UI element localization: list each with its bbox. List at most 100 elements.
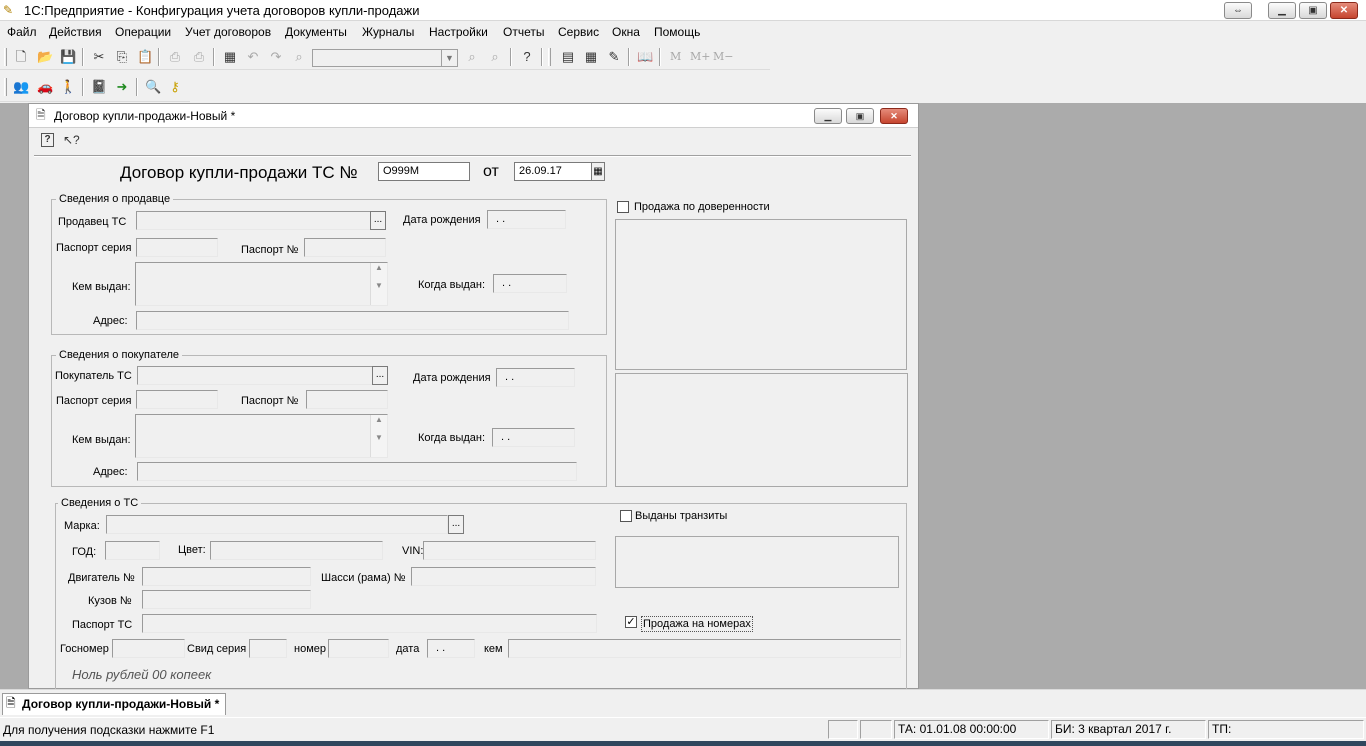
context-help-icon[interactable]: ✎ [606,49,622,65]
redo-icon[interactable]: ↷ [268,49,284,65]
plate-number-input[interactable] [112,639,185,658]
find-prev-icon[interactable]: ⌕ [487,49,503,65]
maximize-button[interactable]: ▣ [1299,2,1327,19]
transit-checkbox[interactable] [620,510,632,522]
vin-input[interactable] [423,541,596,560]
find-next-icon[interactable]: ⌕ [464,49,480,65]
body-input[interactable] [142,590,311,609]
search-doc-icon[interactable]: 🔍 [145,79,161,95]
color-input[interactable] [210,541,383,560]
seller-passport-number-input[interactable] [304,238,386,257]
key-icon[interactable]: ⚷ [167,79,183,95]
child-maximize-button[interactable]: ▣ [846,108,874,124]
toolbar-grip[interactable] [4,78,7,96]
calc-icon[interactable]: ▦ [222,49,238,65]
chevron-down-icon[interactable]: ▼ [441,49,458,67]
toolbar-grip[interactable] [4,48,7,66]
chassis-input[interactable] [411,567,596,586]
find-icon[interactable]: ⌕ [291,49,307,65]
close-button[interactable]: ✕ [1330,2,1358,19]
seller-birth-input[interactable]: . . [487,210,566,229]
save-icon[interactable]: 💾 [60,49,76,65]
menu-windows[interactable]: Окна [612,25,640,39]
minimize-button[interactable]: ▁ [1268,2,1296,19]
proxy-details-panel [615,373,908,487]
menu-file[interactable]: Файл [7,25,37,39]
calendar-icon[interactable]: ▦ [583,49,599,65]
year-input[interactable] [105,541,160,560]
seller-address-input[interactable] [136,311,569,330]
users-icon[interactable]: 👥 [13,79,29,95]
menu-help[interactable]: Помощь [654,25,700,39]
seller-issued-by-memo[interactable]: ▲ ▼ [135,262,388,306]
brand-select-button[interactable]: ... [448,515,464,534]
print-icon[interactable]: ⎙ [167,49,183,65]
print-preview-icon[interactable]: ⎙ [191,49,207,65]
buyer-passport-series-input[interactable] [136,390,218,409]
memo-scrollbar[interactable]: ▲ ▼ [370,415,387,457]
journal-icon[interactable]: 📓 [91,79,107,95]
book-icon[interactable]: 📖 [637,49,653,65]
plates-sale-label[interactable]: Продажа на номерах [641,616,753,632]
arrow-right-icon[interactable]: ➜ [114,79,130,95]
vehicle-passport-input[interactable] [142,614,597,633]
whats-this-icon[interactable]: ↖? [63,132,80,148]
toolbar-search-combo[interactable] [312,49,458,67]
car-icon[interactable]: 🚗 [37,79,53,95]
memory-add-button[interactable]: M+ [690,50,710,64]
proxy-sale-checkbox[interactable] [617,201,629,213]
menu-actions[interactable]: Действия [49,25,102,39]
proxy-sale-label[interactable]: Продажа по доверенности [634,200,770,214]
memo-scrollbar[interactable]: ▲ ▼ [370,263,387,305]
menu-journals[interactable]: Журналы [362,25,414,39]
seller-issued-when-input[interactable]: . . [493,274,567,293]
menu-contracts[interactable]: Учет договоров [185,25,271,39]
new-icon[interactable]: 🗋 [13,49,29,65]
buyer-passport-number-label: Паспорт № [241,395,299,407]
buyer-passport-number-input[interactable] [306,390,388,409]
contract-number-input[interactable]: О999М [378,162,470,181]
buyer-birth-input[interactable]: . . [496,368,575,387]
seller-passport-series-label: Паспорт серия [56,242,132,254]
memory-subtract-button[interactable]: M− [713,50,733,64]
cert-issuer-input[interactable] [508,639,901,658]
cert-date-input[interactable]: . . [427,639,475,658]
person-icon[interactable]: 🚶 [60,79,76,95]
menu-documents[interactable]: Документы [285,25,347,39]
window-tab-label[interactable]: Договор купли-продажи-Новый * [22,697,219,711]
calculator-icon[interactable]: ▤ [560,49,576,65]
transit-label[interactable]: Выданы транзиты [635,509,727,523]
help-icon[interactable]: ? [519,49,535,65]
buyer-issued-when-input[interactable]: . . [492,428,575,447]
menu-settings[interactable]: Настройки [429,25,488,39]
seller-select-button[interactable]: ... [370,211,386,230]
memory-button[interactable]: M [670,50,681,64]
cut-icon[interactable]: ✂ [91,49,107,65]
cert-number-input[interactable] [328,639,389,658]
contract-date-input[interactable]: 26.09.17 [514,162,592,181]
copy-icon[interactable]: ⎘ [114,49,130,65]
restore-layout-button[interactable]: ⇔ [1224,2,1252,19]
cert-series-input[interactable] [249,639,287,658]
paste-icon[interactable]: 📋 [137,49,153,65]
buyer-address-input[interactable] [137,462,577,481]
toolbar-grip[interactable] [548,48,551,66]
brand-input[interactable] [106,515,448,534]
seller-passport-series-input[interactable] [136,238,218,257]
child-minimize-button[interactable]: ▁ [814,108,842,124]
calendar-icon[interactable]: ▦ [591,162,605,181]
undo-icon[interactable]: ↶ [245,49,261,65]
help-icon[interactable]: ? [41,133,54,147]
engine-input[interactable] [142,567,311,586]
plates-sale-checkbox[interactable]: ✓ [625,616,637,628]
transit-panel [615,536,899,588]
menu-operations[interactable]: Операции [115,25,171,39]
menu-reports[interactable]: Отчеты [503,25,544,39]
menu-service[interactable]: Сервис [558,25,599,39]
child-close-button[interactable]: ✕ [880,108,908,124]
open-icon[interactable]: 📂 [37,49,53,65]
seller-input[interactable] [136,211,371,230]
buyer-input[interactable] [137,366,373,385]
buyer-select-button[interactable]: ... [372,366,388,385]
buyer-issued-by-memo[interactable]: ▲ ▼ [135,414,388,458]
